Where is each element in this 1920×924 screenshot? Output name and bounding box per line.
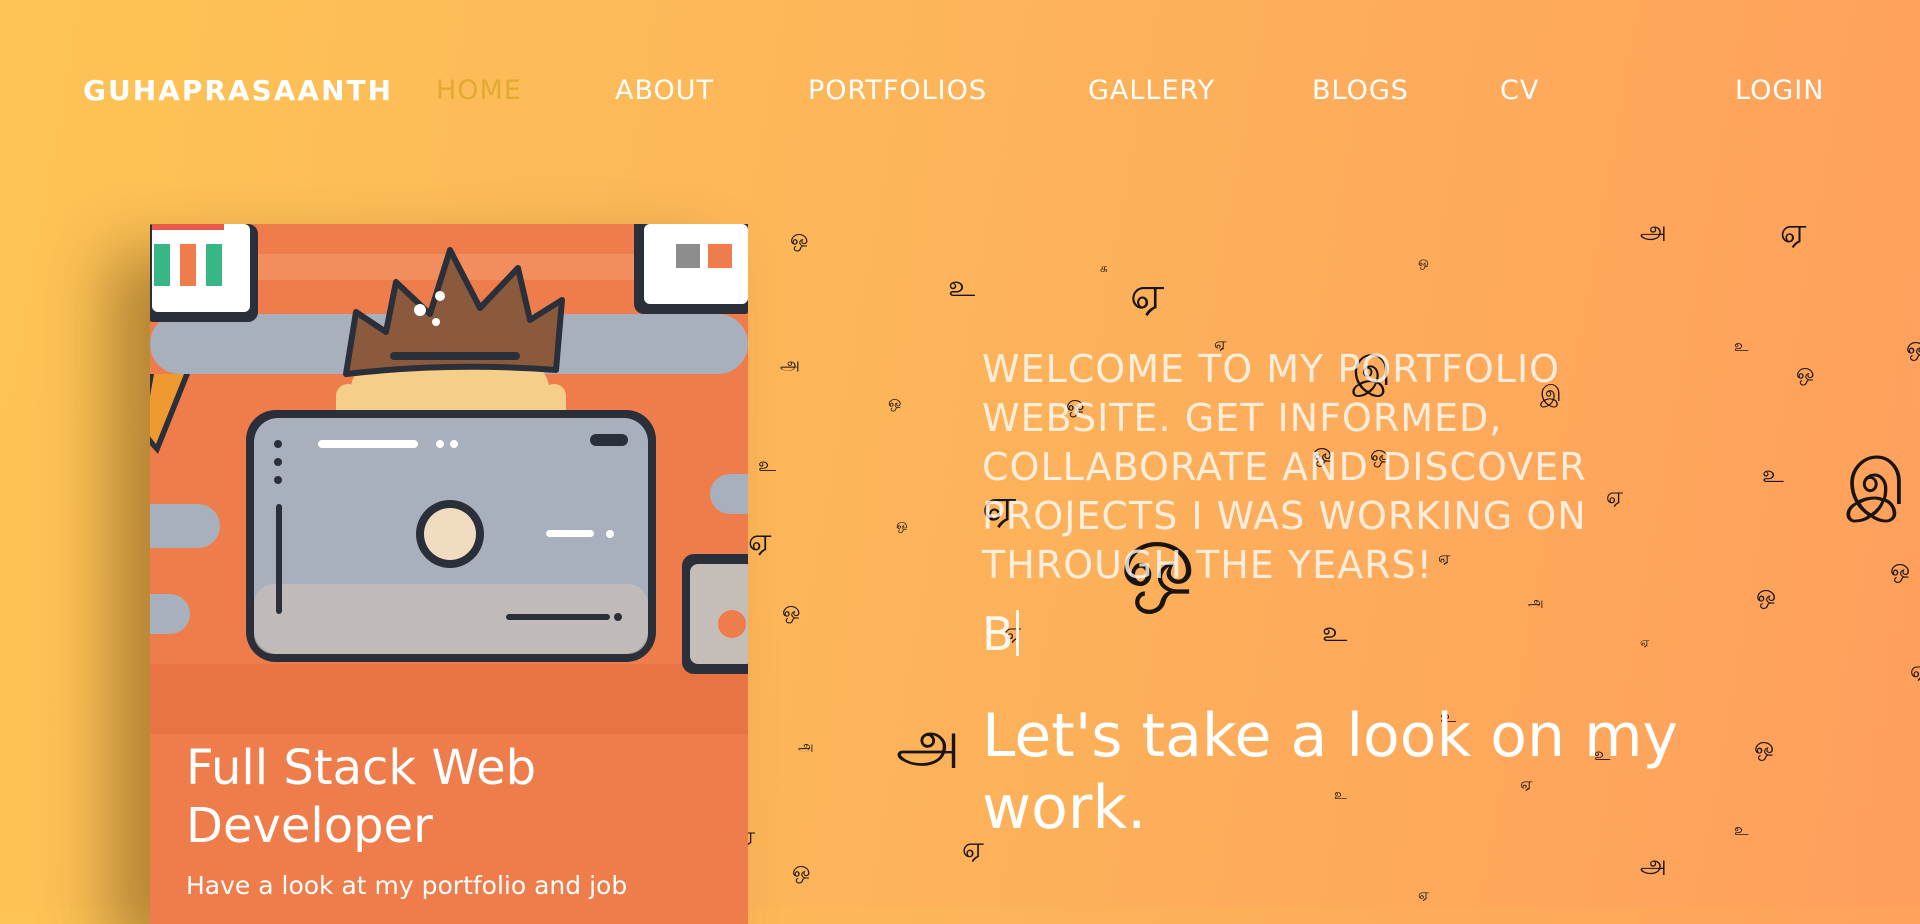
nav-blogs-link[interactable]: BLOGS bbox=[1312, 74, 1409, 108]
login-link[interactable]: LOGIN bbox=[1735, 74, 1824, 108]
top-navigation: GUHAPRASAANTH HOME ABOUT PORTFOLIOS GALL… bbox=[0, 0, 1920, 180]
typing-caret bbox=[1015, 610, 1019, 656]
nav-home-link[interactable]: HOME bbox=[436, 74, 522, 108]
portfolio-card[interactable]: Full Stack Web Developer Have a look at … bbox=[150, 224, 748, 924]
typed-text: B bbox=[982, 606, 1019, 662]
nav-about-link[interactable]: ABOUT bbox=[615, 74, 714, 108]
card-description: Have a look at my portfolio and job bbox=[186, 871, 628, 900]
nav-gallery-link[interactable]: GALLERY bbox=[1088, 74, 1215, 108]
welcome-message: WELCOME TO MY PORTFOLIO WEBSITE. GET INF… bbox=[982, 347, 1587, 587]
nav-cv-link[interactable]: CV bbox=[1500, 74, 1539, 108]
hero-tagline: Let's take a look on my work. bbox=[982, 701, 1679, 843]
nav-portfolios-link[interactable]: PORTFOLIOS bbox=[808, 74, 987, 108]
card-title: Full Stack Web Developer bbox=[186, 740, 537, 854]
site-logo[interactable]: GUHAPRASAANTH bbox=[83, 74, 393, 108]
developer-illustration bbox=[150, 224, 748, 734]
typed-text-value: B bbox=[982, 607, 1014, 661]
